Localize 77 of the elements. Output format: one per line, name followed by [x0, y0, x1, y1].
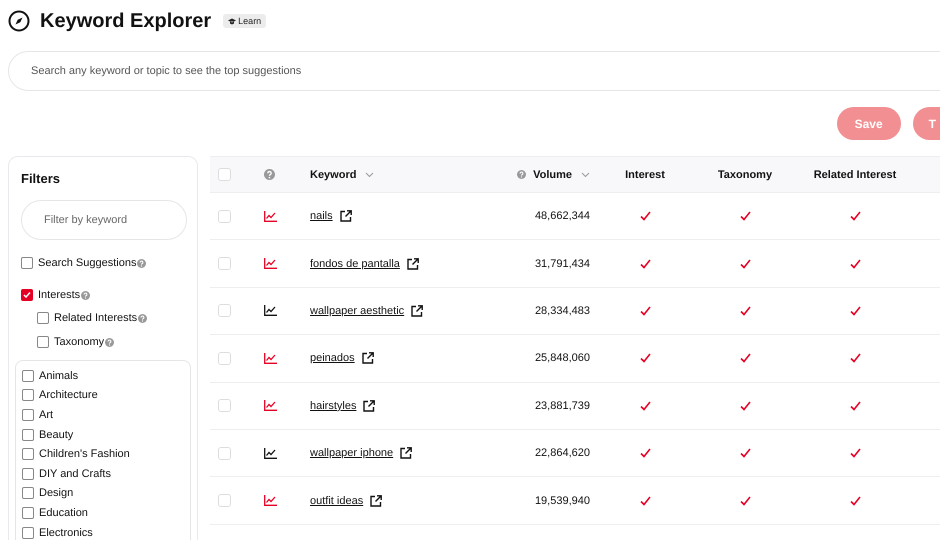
row-checkbox[interactable]: [218, 399, 231, 412]
trend-chart-icon[interactable]: [264, 305, 277, 316]
keyword-link[interactable]: outfit ideas: [310, 494, 364, 507]
search-field[interactable]: Search any keyword or topic to see the top suggestions: [8, 51, 940, 91]
checkbox[interactable]: [37, 336, 49, 348]
help-icon: [105, 338, 114, 346]
select-all-checkbox[interactable]: [218, 168, 231, 181]
column-header: Taxonomy: [718, 168, 772, 180]
volume-value: 23,881,739: [534, 400, 590, 412]
keyword-link[interactable]: wallpaper aesthetic: [310, 304, 404, 317]
checkbox[interactable]: [22, 408, 34, 421]
category-label: Art: [39, 408, 54, 421]
keyword-link[interactable]: fondos de pantalla: [310, 258, 400, 270]
help-icon: [264, 169, 275, 180]
checkbox[interactable]: [22, 506, 34, 519]
row-checkbox[interactable]: [218, 494, 231, 508]
external-link-icon[interactable]: [340, 210, 352, 222]
volume-value: 22,864,620: [534, 447, 590, 460]
volume-value: 19,539,940: [534, 494, 590, 507]
column-header: Interest: [625, 168, 665, 180]
filter-label: Interests: [38, 289, 80, 301]
filter-label: Related Interests: [54, 312, 138, 324]
row-checkbox[interactable]: [218, 210, 231, 223]
volume-value: 48,662,344: [534, 210, 590, 222]
keyword-link[interactable]: peinados: [310, 352, 355, 364]
category-label: Animals: [39, 370, 78, 382]
external-link-icon[interactable]: [370, 494, 382, 507]
checkbox[interactable]: [21, 257, 33, 269]
checkbox[interactable]: [22, 370, 34, 382]
category-label: Education: [39, 506, 88, 519]
checkbox[interactable]: [22, 448, 34, 460]
row-checkbox[interactable]: [218, 304, 231, 318]
checkbox[interactable]: [37, 312, 49, 324]
checkbox[interactable]: [22, 389, 34, 402]
help-icon: [517, 170, 526, 179]
external-link-icon[interactable]: [400, 447, 412, 460]
volume-value: 28,334,483: [534, 304, 590, 317]
external-link-icon[interactable]: [406, 258, 419, 270]
chevron-down-icon[interactable]: [365, 172, 374, 178]
checkbox[interactable]: [22, 526, 34, 539]
row-checkbox[interactable]: [218, 257, 231, 270]
category-label: Children's Fashion: [39, 448, 130, 460]
help-icon: [137, 258, 146, 268]
graduation-cap-icon: [228, 18, 236, 24]
checkbox[interactable]: [22, 428, 34, 441]
learn-button[interactable]: Learn: [223, 14, 266, 28]
external-link-icon[interactable]: [411, 304, 424, 317]
column-header[interactable]: Keyword: [310, 168, 356, 180]
column-header: Related Interest: [814, 168, 896, 180]
category-label: Architecture: [39, 389, 98, 402]
chevron-down-icon[interactable]: [581, 172, 590, 178]
filter-label: Search Suggestions: [38, 257, 136, 269]
row-checkbox[interactable]: [218, 446, 231, 460]
volume-value: 31,791,434: [534, 258, 590, 270]
volume-value: 25,848,060: [534, 352, 590, 364]
category-label: Beauty: [39, 428, 74, 441]
filter-field[interactable]: Filter by keyword: [21, 200, 187, 240]
filter-label: Taxonomy: [54, 336, 104, 348]
compass-icon: [8, 10, 30, 32]
row-checkbox[interactable]: [218, 352, 231, 365]
keyword-link[interactable]: wallpaper iphone: [310, 447, 394, 460]
filters-title: Filters: [21, 171, 62, 186]
checkbox[interactable]: [22, 487, 34, 500]
category-label: DIY and Crafts: [39, 468, 111, 480]
help-icon: [81, 290, 90, 300]
keyword-link[interactable]: nails: [310, 210, 333, 222]
checkbox[interactable]: [21, 289, 33, 301]
external-link-icon[interactable]: [362, 352, 374, 364]
checkbox[interactable]: [22, 468, 34, 480]
category-label: Design: [39, 487, 74, 500]
category-label: Electronics: [39, 526, 93, 539]
trend-chart-icon[interactable]: [264, 448, 277, 459]
page-title: Keyword Explorer: [40, 10, 212, 32]
keyword-link[interactable]: hairstyles: [310, 400, 356, 412]
external-link-icon[interactable]: [363, 400, 376, 412]
column-header[interactable]: Volume: [533, 168, 572, 180]
help-icon: [138, 314, 148, 322]
